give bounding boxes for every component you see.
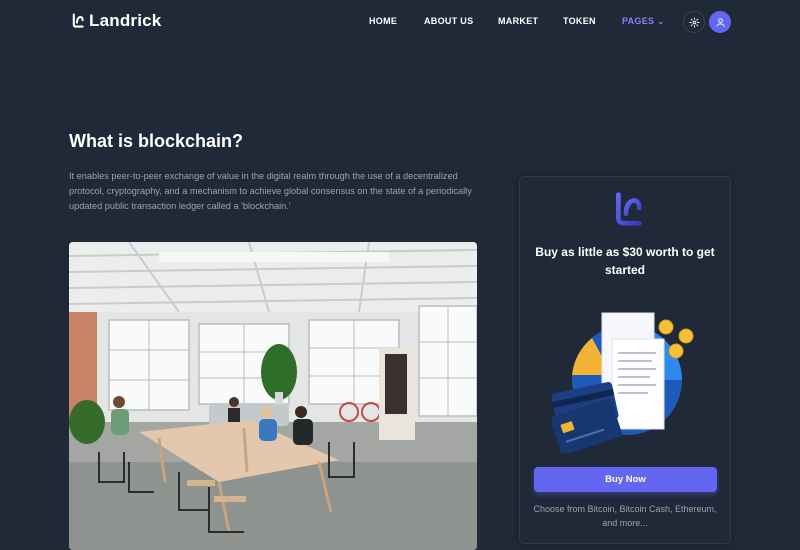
landrick-logo-icon	[616, 192, 642, 226]
card-note: Choose from Bitcoin, Bitcoin Cash, Ether…	[533, 504, 717, 528]
top-navbar: Landrick HOME ABOUT US MARKET TOKEN PAGE…	[0, 0, 800, 44]
landrick-logo-icon	[72, 13, 84, 28]
payment-illustration	[552, 312, 694, 453]
buy-now-button[interactable]: Buy Now	[534, 467, 717, 492]
brand-logo[interactable]: Landrick	[69, 11, 161, 31]
office-photo	[69, 242, 477, 550]
chevron-down-icon: ⌄	[657, 17, 665, 26]
settings-button[interactable]	[683, 11, 705, 33]
nav-item-market[interactable]: MARKET	[498, 16, 538, 26]
section-title: What is blockchain?	[69, 131, 244, 151]
nav-item-token[interactable]: TOKEN	[563, 16, 596, 26]
nav-item-home[interactable]: HOME	[369, 16, 397, 26]
section-description: It enables peer-to-peer exchange of valu…	[69, 171, 472, 211]
brand-name: Landrick	[89, 11, 162, 30]
profile-button[interactable]	[709, 11, 731, 33]
buy-crypto-card: Buy as little as $30 worth to get starte…	[519, 176, 731, 544]
nav-item-pages-label: PAGES	[622, 16, 655, 26]
user-icon	[715, 17, 725, 27]
gear-icon	[688, 16, 700, 28]
nav-item-about-us[interactable]: ABOUT US	[424, 16, 473, 26]
nav-item-pages[interactable]: PAGES ⌄	[622, 16, 664, 26]
card-title: Buy as little as $30 worth to get starte…	[535, 245, 715, 277]
